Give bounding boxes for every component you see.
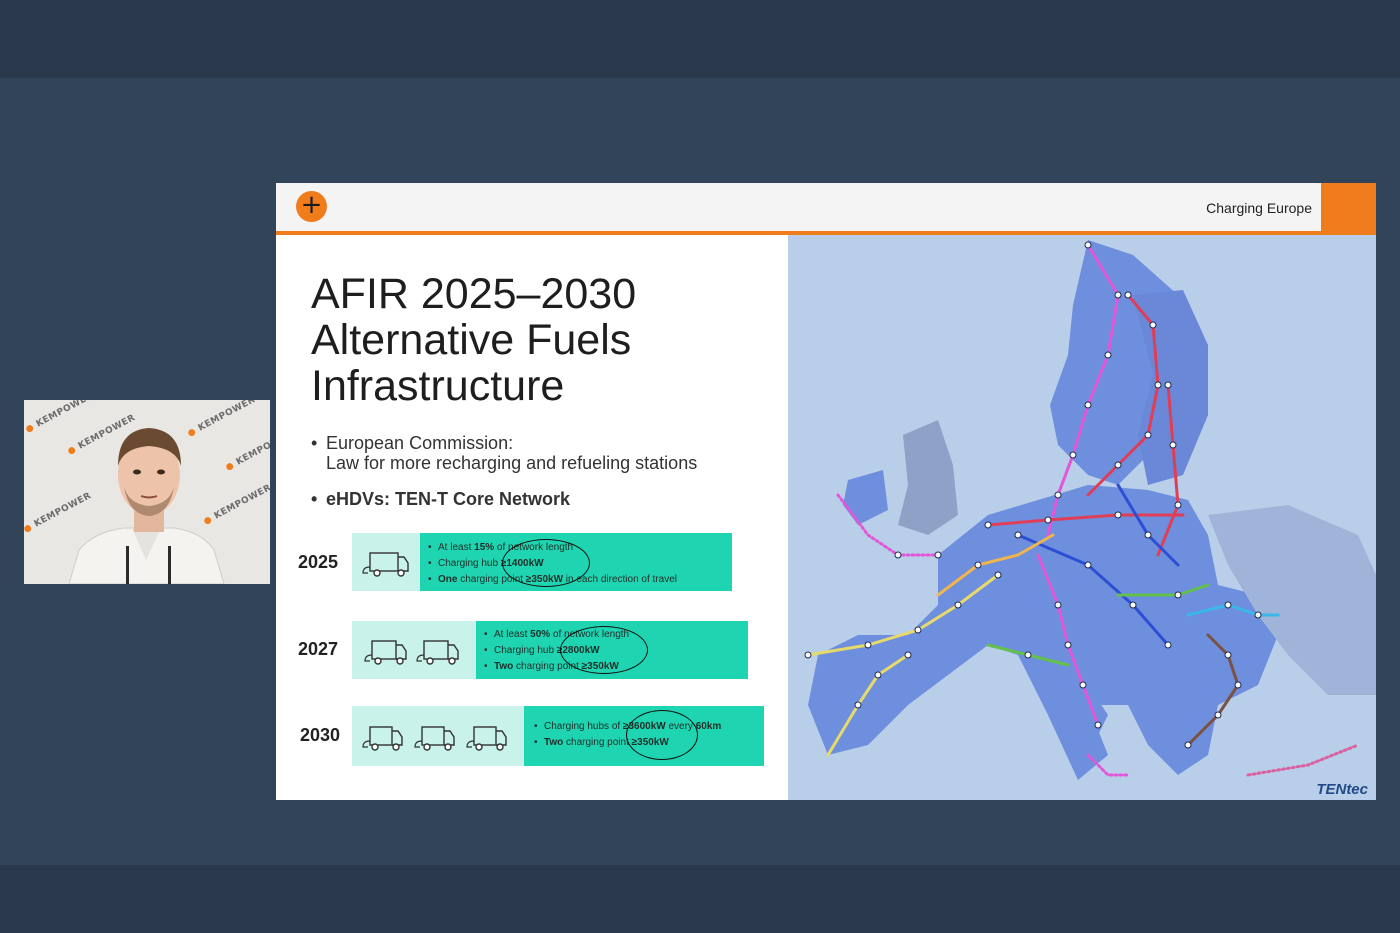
truck-panel-2027 [352,621,476,679]
slide-header-bar: + Charging Europe [276,183,1376,235]
presentation-slide: + Charging Europe AFIR 2025–2030 Alterna… [276,183,1376,800]
bullet-text: Law for more recharging and refueling st… [326,453,698,473]
bottom-background-band [0,865,1400,933]
uk-land [898,420,958,535]
year-label-2027: 2027 [298,639,339,659]
spec-panel-2027: At least 50% of network length Charging … [476,621,748,679]
year-label-2025: 2025 [298,552,339,572]
truck-panel-2025 [352,533,420,591]
year-label-2030: 2030 [300,725,341,745]
highlight-circle [626,710,698,760]
plus-icon: + [296,191,327,222]
bullet-list: European Commission: Law for more rechar… [311,433,697,509]
title-line: Infrastructure [311,362,565,410]
presenter-video-tile[interactable]: KEMPOWER KEMPOWER KEMPOWER KEMPOWER KEMP… [24,400,270,584]
truck-icon [364,640,459,665]
bullet-ehdvs: eHDVs: TEN-T Core Network [311,489,697,509]
ireland-land [843,470,888,525]
top-background-band [0,0,1400,78]
title-line: AFIR 2025–2030 [311,270,637,318]
bullet-text: European Commission: [326,433,514,453]
highlight-circle [502,539,590,587]
slide-header-title: Charging Europe [1206,200,1312,216]
spec-panel-2030: Charging hubs of ≥3600kW every 60km Two … [524,706,764,766]
title-line: Alternative Fuels [311,316,632,364]
truck-icon [362,726,507,751]
truck-panel-2030 [352,706,524,766]
tentec-logo: TENtec [1316,781,1368,798]
highlight-circle [560,626,648,674]
header-accent-block [1321,183,1376,231]
spec-panel-2025: At least 15% of network length Charging … [420,533,732,591]
ten-t-network-map: TENtec [788,235,1376,800]
europe-map [804,240,1376,780]
truck-icon [362,552,409,577]
slide-title: AFIR 2025–2030 Alternative Fuels Infrast… [311,271,636,409]
presenter-figure [68,428,225,584]
continent-land [808,485,1278,780]
bullet-european-commission: European Commission: Law for more rechar… [311,433,697,473]
